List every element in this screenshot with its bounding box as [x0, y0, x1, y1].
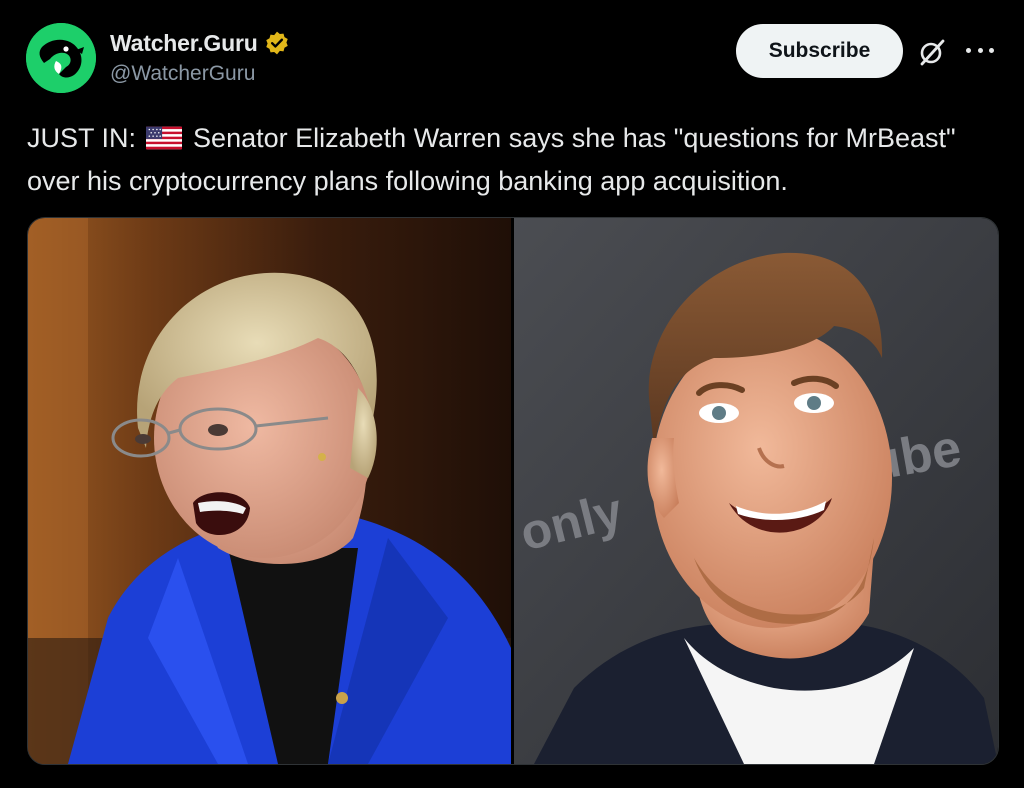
author-display-name[interactable]: Watcher.Guru: [110, 30, 258, 57]
subscribe-button[interactable]: Subscribe: [736, 24, 903, 78]
us-flag-icon: [145, 126, 182, 150]
tweet-text: JUST IN: Senator Elizabeth Warren says s…: [27, 117, 1002, 203]
whale-logo-icon: [26, 23, 96, 93]
tweet-media[interactable]: only ube: [27, 217, 999, 765]
author-handle[interactable]: @WatcherGuru: [110, 62, 255, 86]
grok-icon[interactable]: [916, 36, 948, 68]
more-options-icon[interactable]: [966, 38, 994, 62]
tweet-prefix: JUST IN:: [27, 123, 137, 153]
verified-badge-icon[interactable]: [264, 30, 290, 56]
author-name-row[interactable]: Watcher.Guru: [110, 28, 290, 58]
photo-mrbeast[interactable]: only ube: [514, 218, 998, 764]
photo-elizabeth-warren[interactable]: [28, 218, 511, 764]
avatar[interactable]: [26, 23, 96, 93]
